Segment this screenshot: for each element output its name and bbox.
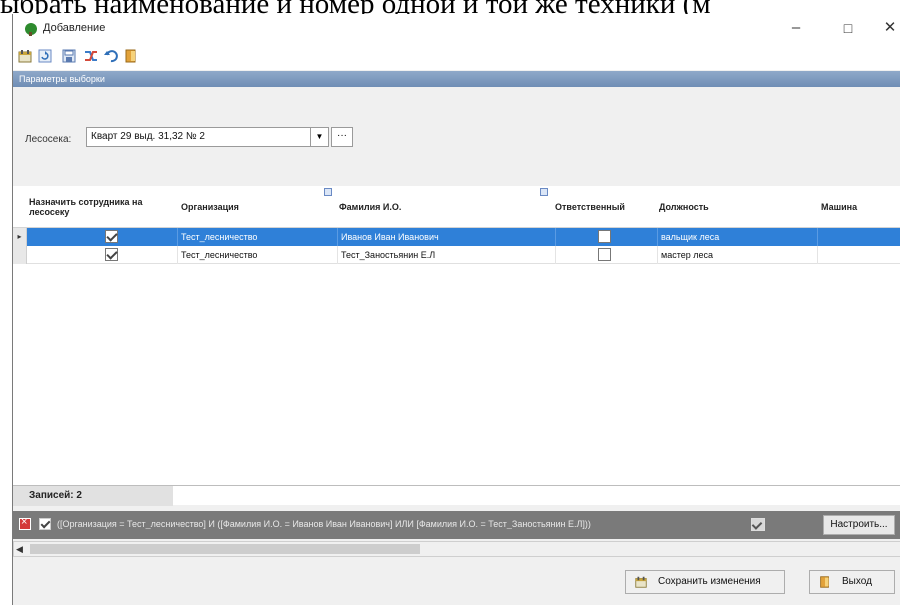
fio-cell[interactable]: Иванов Иван Иванович [338, 228, 556, 246]
position-cell[interactable]: вальщик леса [658, 228, 818, 246]
tree-icon [25, 23, 37, 36]
shuffle-icon[interactable] [83, 48, 99, 64]
fio-cell[interactable]: Тест_Заностьянин Е.Л [338, 246, 556, 264]
filter-icon[interactable] [540, 188, 548, 196]
exit-label: Выход [842, 576, 872, 587]
horizontal-scrollbar[interactable]: ◀ [13, 541, 900, 557]
filter-bar: ([Организация = Тест_лесничество] И ([Фа… [13, 511, 900, 539]
customize-filter-button[interactable]: Настроить... [823, 515, 895, 535]
save-changes-label: Сохранить изменения [658, 576, 761, 587]
lesoseka-label: Лесосека: [25, 134, 72, 145]
maximize-button[interactable]: □ [833, 17, 863, 39]
org-cell[interactable]: Тест_лесничество [178, 246, 338, 264]
exit-icon[interactable] [123, 48, 139, 64]
filter-history-dropdown[interactable] [751, 518, 765, 531]
minimize-button[interactable]: – [781, 17, 811, 39]
org-cell[interactable]: Тест_лесничество [178, 228, 338, 246]
filter-enabled-checkbox[interactable] [39, 518, 51, 530]
calendar-icon[interactable] [17, 48, 33, 64]
column-header-responsible[interactable]: Ответственный [555, 186, 665, 228]
scroll-left-icon[interactable]: ◀ [16, 544, 23, 555]
close-button[interactable]: ✕ [875, 17, 900, 39]
title-bar: Добавление – □ ✕ [13, 14, 900, 44]
machine-cell[interactable] [818, 246, 900, 264]
column-header-machine[interactable]: Машина [821, 186, 900, 228]
responsible-cell[interactable] [556, 228, 658, 246]
records-count: Записей: 2 [13, 486, 173, 506]
position-cell[interactable]: мастер леса [658, 246, 818, 264]
responsible-checkbox[interactable] [598, 248, 611, 261]
row-indicator [13, 246, 27, 264]
assign-checkbox[interactable] [105, 230, 118, 243]
table-row[interactable]: ▸ Тест_лесничество Иванов Иван Иванович … [13, 228, 900, 246]
lesoseka-field[interactable]: Кварт 29 выд. 31,32 № 2 [86, 127, 311, 147]
lesoseka-browse-button[interactable]: ··· [331, 127, 353, 147]
window-title: Добавление [43, 22, 106, 34]
calendar-icon [635, 576, 647, 588]
undo-icon[interactable] [103, 48, 119, 64]
dialog-footer: Сохранить изменения Выход [13, 557, 900, 605]
save-icon[interactable] [61, 48, 77, 64]
employees-grid: Назначить сотрудника на лесосеку Организ… [13, 186, 900, 486]
row-indicator: ▸ [13, 228, 27, 246]
params-panel: Лесосека: Кварт 29 выд. 31,32 № 2 ▼ ··· [13, 87, 900, 244]
clear-filter-icon[interactable] [19, 516, 31, 530]
column-header-fio[interactable]: Фамилия И.О. [339, 186, 539, 228]
params-header: Параметры выборки [13, 71, 900, 87]
column-header-assign[interactable]: Назначить сотрудника на лесосеку [29, 186, 179, 228]
responsible-cell[interactable] [556, 246, 658, 264]
table-row[interactable]: Тест_лесничество Тест_Заностьянин Е.Л ма… [13, 246, 900, 264]
responsible-checkbox[interactable] [598, 230, 611, 243]
toolbar [13, 44, 900, 70]
filter-icon[interactable] [324, 188, 332, 196]
grid-header: Назначить сотрудника на лесосеку Организ… [13, 186, 900, 228]
column-header-org[interactable]: Организация [181, 186, 331, 228]
assign-checkbox[interactable] [105, 248, 118, 261]
records-footer: Записей: 2 [13, 485, 900, 506]
assign-cell[interactable] [27, 228, 178, 246]
assign-cell[interactable] [27, 246, 178, 264]
refresh-icon[interactable] [37, 48, 53, 64]
scrollbar-thumb[interactable] [30, 544, 420, 554]
machine-cell[interactable] [818, 228, 900, 246]
chevron-down-icon[interactable]: ▼ [311, 127, 329, 147]
exit-button[interactable]: Выход [809, 570, 895, 594]
save-changes-button[interactable]: Сохранить изменения [625, 570, 785, 594]
dialog-window: Добавление – □ ✕ Параметры выборки Лесос… [12, 14, 900, 605]
column-header-position[interactable]: Должность [659, 186, 809, 228]
exit-icon [820, 576, 829, 588]
filter-expression[interactable]: ([Организация = Тест_лесничество] И ([Фа… [57, 519, 747, 529]
